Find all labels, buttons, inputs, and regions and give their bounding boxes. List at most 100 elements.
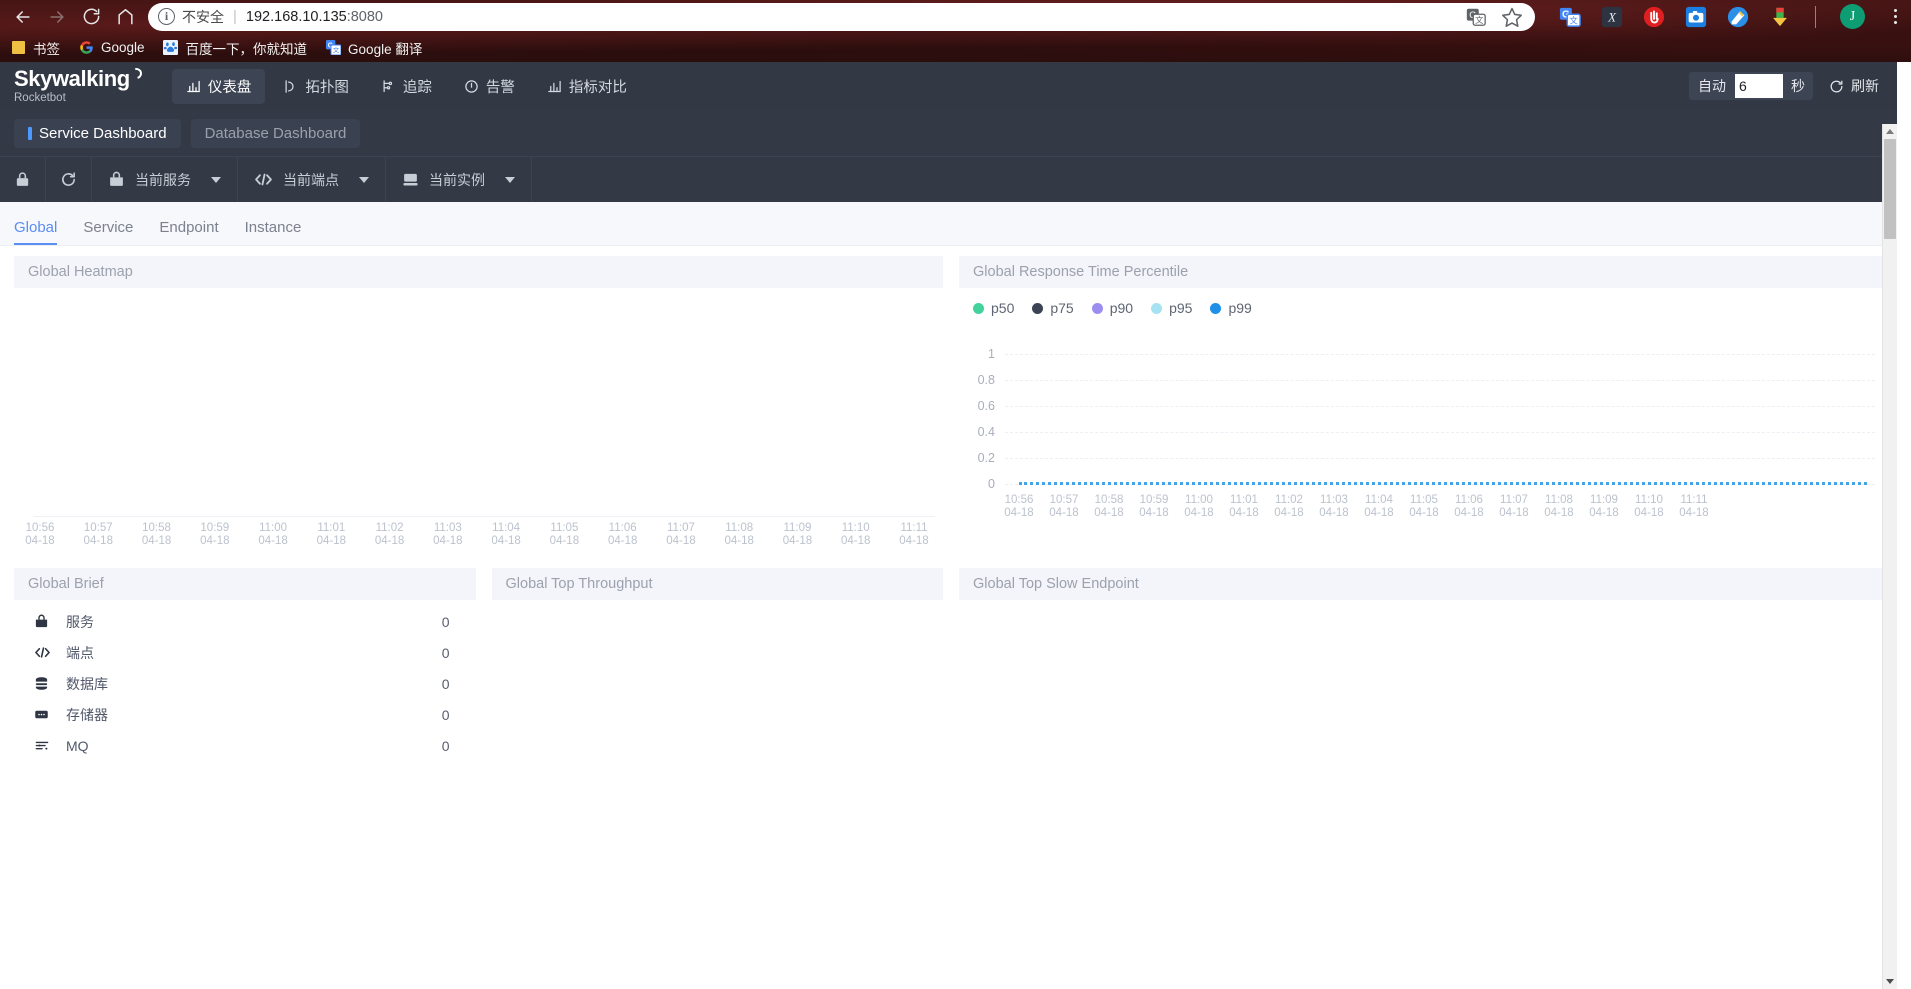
heatmap-x-tick: 11:06 04-18 (608, 522, 637, 548)
tick-date: 04-18 (1049, 507, 1079, 519)
gtranslate-icon: G文 (325, 40, 341, 56)
tab-instance[interactable]: Instance (245, 219, 302, 245)
legend-item-p75[interactable]: p75 (1032, 300, 1074, 316)
tab-service[interactable]: Service (83, 219, 133, 245)
tick-time: 10:59 (200, 522, 230, 534)
panel-global-top-throughput: Global Top Throughput (491, 568, 944, 800)
forward-button[interactable] (40, 3, 74, 31)
legend-item-p95[interactable]: p95 (1151, 300, 1192, 316)
legend-item-p99[interactable]: p99 (1210, 300, 1252, 316)
chevron-down-icon[interactable] (359, 176, 369, 183)
content-tab-bar: Global Service Endpoint Instance (0, 202, 1897, 246)
percentile-chart-body[interactable]: p50 p75 p90 p95 p99 1 0.8 0.6 0.4 0.2 0 10:56 04-18… (959, 288, 1883, 560)
bookmark-item-baidu[interactable]: 百度一下，你就知道 (163, 38, 307, 58)
percentile-x-tick: 11:00 04-18 (1184, 494, 1213, 520)
top-slow-endpoint-body[interactable] (959, 600, 1883, 800)
tick-date: 04-18 (607, 535, 638, 547)
paint-extension-icon[interactable] (1727, 6, 1749, 28)
endpoint-icon (34, 645, 56, 660)
nav-item-dashboard[interactable]: 仪表盘 (171, 68, 266, 104)
address-bar[interactable]: i 不安全 | 192.168.10.135:8080 G文 (148, 2, 1535, 31)
selector-instance[interactable]: 当前实例 (386, 157, 532, 202)
adblock-extension-icon[interactable] (1643, 6, 1665, 28)
nav-item-topology[interactable]: 拓扑图 (269, 69, 363, 104)
bookmark-item-folder[interactable]: 书签 (10, 38, 60, 58)
tick-date: 04-18 (200, 535, 230, 547)
nav-item-alarm[interactable]: 告警 (450, 69, 529, 104)
reload-button[interactable] (74, 3, 108, 31)
dashboard-tab-service[interactable]: Service Dashboard (14, 118, 181, 148)
heatmap-chart-body[interactable]: 10:56 04-18 10:57 04-18 10:58 04-18 10:59 04-18… (14, 288, 943, 560)
app-logo[interactable]: Skywalking Rocketbot (8, 65, 160, 105)
tick-date: 04-18 (316, 535, 347, 547)
lock-button[interactable] (0, 157, 46, 202)
profile-avatar[interactable]: J (1840, 4, 1865, 29)
tab-global[interactable]: Global (14, 219, 58, 245)
percentile-chart[interactable]: 1 0.8 0.6 0.4 0.2 0 10:56 04-18 10:57 04-18 10:58 0… (959, 336, 1875, 560)
scroll-down-button[interactable] (1883, 974, 1897, 989)
page-scrollbar[interactable] (1882, 124, 1897, 989)
refresh-button[interactable]: 刷新 (1823, 72, 1885, 100)
legend-color-dot (973, 302, 984, 314)
x-extension-icon[interactable]: X (1601, 6, 1623, 28)
percentile-gridline (1005, 432, 1875, 433)
nav-label: 追踪 (402, 79, 432, 96)
bookmark-item-gtranslate[interactable]: G文 Google 翻译 (325, 38, 422, 58)
tick-date: 04-18 (1499, 507, 1529, 519)
top-throughput-body[interactable] (492, 600, 944, 800)
google-translate-extension-icon[interactable]: G文 (1559, 6, 1581, 28)
tick-time: 11:05 (1410, 494, 1438, 506)
tick-time: 11:09 (1590, 494, 1618, 506)
nav-item-compare[interactable]: 指标对比 (533, 69, 641, 104)
percentile-x-tick: 11:07 04-18 (1499, 494, 1528, 520)
svg-text:文: 文 (1570, 15, 1578, 25)
dashboard-tab-database[interactable]: Database Dashboard (190, 118, 361, 148)
chevron-down-icon[interactable] (505, 176, 515, 183)
refresh-interval-input[interactable] (1735, 74, 1783, 98)
scrollbar-thumb[interactable] (1884, 139, 1896, 239)
download-extension-icon[interactable] (1769, 6, 1791, 28)
bookmark-item-google[interactable]: Google (78, 40, 145, 56)
heatmap-x-tick-labels: 10:56 04-18 10:57 04-18 10:58 04-18 10:59 04-18… (14, 522, 943, 556)
percentile-x-tick: 11:06 04-18 (1454, 494, 1483, 520)
translate-icon[interactable]: G文 (1465, 6, 1487, 28)
legend-color-dot (1032, 302, 1044, 314)
panel-response-time-percentile: Global Response Time Percentile p50 p75 p9… (959, 256, 1883, 560)
bookmark-star-icon[interactable] (1501, 6, 1523, 28)
chrome-menu-icon[interactable] (1885, 9, 1905, 24)
percentile-gridline (1005, 380, 1875, 381)
site-info-icon[interactable]: i (158, 8, 175, 25)
legend-item-p50[interactable]: p50 (973, 300, 1014, 316)
refresh-unit-label: 秒 (1791, 78, 1805, 94)
heatmap-chart[interactable]: 10:56 04-18 10:57 04-18 10:58 04-18 10:59 04-18… (14, 288, 943, 560)
selector-service[interactable]: 当前服务 (92, 157, 238, 202)
screenshot-extension-icon[interactable] (1685, 6, 1707, 28)
percentile-legend[interactable]: p50 p75 p90 p95 p99 (959, 288, 1883, 316)
legend-item-p90[interactable]: p90 (1091, 300, 1133, 316)
tick-date: 04-18 (1274, 507, 1304, 519)
tick-time: 11:00 (1185, 494, 1213, 506)
tick-time: 10:56 (1004, 494, 1034, 506)
home-button[interactable] (108, 3, 142, 31)
auto-refresh-label: 自动 (1698, 78, 1726, 94)
chevron-down-icon[interactable] (211, 176, 221, 183)
trace-icon (383, 79, 392, 92)
back-button[interactable] (6, 3, 40, 31)
tick-date: 04-18 (666, 535, 696, 547)
tick-time: 11:05 (550, 522, 579, 534)
tick-time: 11:10 (1635, 494, 1663, 506)
refresh-label: 刷新 (1851, 78, 1879, 94)
bookmark-label: Google 翻译 (348, 41, 423, 57)
selector-endpoint[interactable]: 当前端点 (238, 157, 386, 202)
brief-value: 0 (441, 613, 450, 630)
nav-item-trace[interactable]: 追踪 (367, 69, 446, 104)
selector-reload-button[interactable] (46, 157, 92, 202)
tab-endpoint[interactable]: Endpoint (159, 219, 218, 245)
tick-date: 04-18 (1544, 507, 1574, 519)
tick-time: 10:58 (1094, 494, 1124, 506)
auto-refresh-group[interactable]: 自动 秒 (1689, 72, 1813, 100)
percentile-x-tick: 10:57 04-18 (1049, 494, 1078, 520)
percentile-x-tick: 10:59 04-18 (1139, 494, 1168, 520)
brief-row: 数据库 0 (14, 668, 476, 699)
scroll-up-button[interactable] (1883, 124, 1897, 139)
